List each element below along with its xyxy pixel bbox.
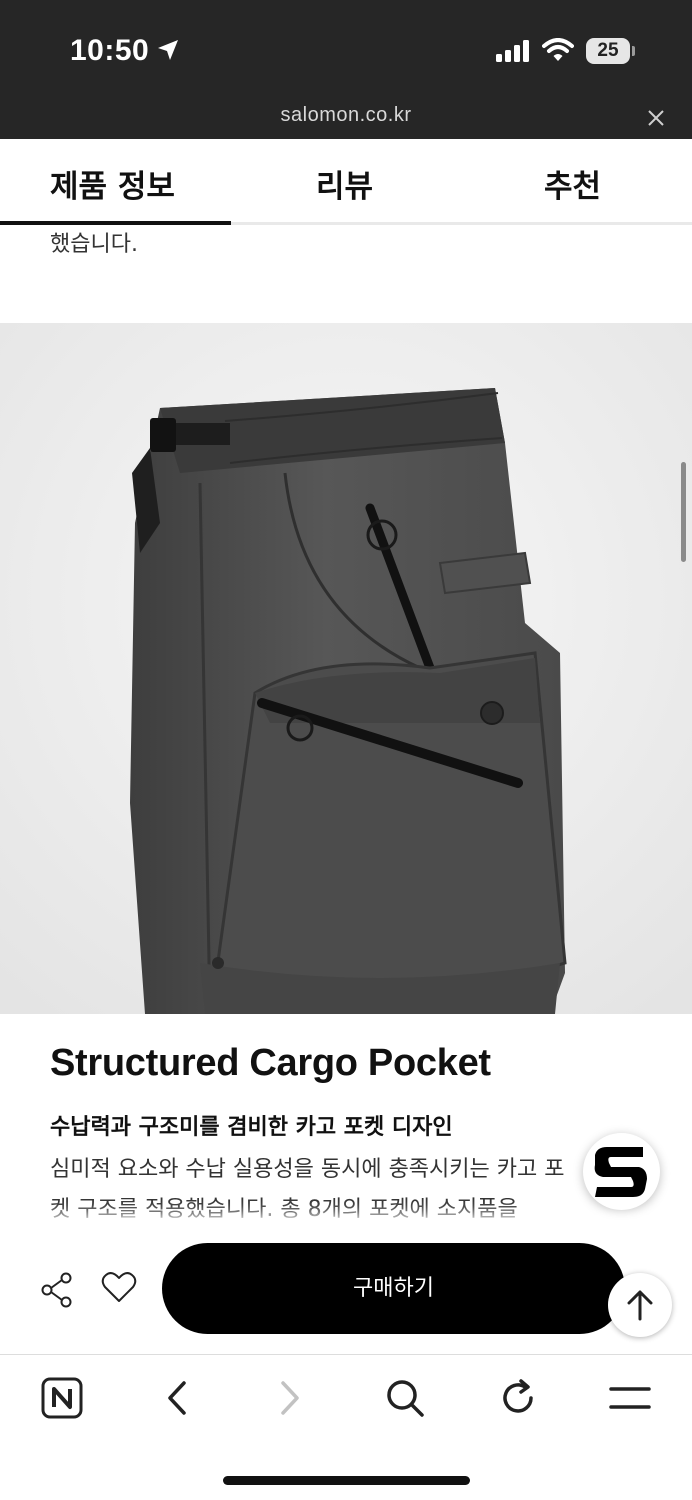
back-icon[interactable] [160,1377,192,1419]
close-icon[interactable] [646,108,666,128]
salomon-logo-button[interactable] [583,1133,660,1210]
active-tab-indicator [0,221,231,225]
scroll-top-button[interactable] [608,1273,672,1337]
product-tabs: 제품 정보 리뷰 추천 [0,139,692,225]
feature-title: Structured Cargo Pocket [50,1042,491,1084]
battery-level: 25 [597,40,619,61]
status-time: 10:50 [70,34,150,67]
battery-tip [632,46,635,56]
previous-section-text: 했습니다. [50,232,138,257]
url-bar[interactable]: salomon.co.kr [0,96,692,139]
salomon-s-icon [594,1147,647,1197]
wifi-icon [542,38,574,61]
scroll-top-icon [627,1290,653,1321]
feature-subtitle: 수납력과 구조미를 겸비한 카고 포켓 디자인 [50,1115,453,1140]
feature-body: 심미적 요소와 수납 실용성을 동시에 충족시키는 카고 포켓 구조를 적용했습… [50,1157,565,1222]
tab-recommendations[interactable]: 추천 [544,161,601,206]
buy-button[interactable]: 구매하기 [162,1243,625,1334]
status-bar: 10:50 25 [0,0,692,96]
product-image [0,323,692,1014]
signal-icon [496,40,529,62]
location-arrow-icon [158,40,178,60]
url-text[interactable]: salomon.co.kr [0,104,692,127]
naver-n-icon[interactable] [41,1377,83,1419]
battery-icon: 25 [586,38,630,64]
search-icon[interactable] [384,1377,426,1419]
share-icon[interactable] [40,1272,74,1308]
menu-icon[interactable] [608,1377,652,1419]
refresh-icon[interactable] [497,1377,539,1419]
heart-icon[interactable] [101,1270,137,1304]
tab-product-info[interactable]: 제품 정보 [50,161,175,206]
forward-icon[interactable] [274,1377,306,1419]
page-scroll-indicator [681,462,686,562]
home-indicator[interactable] [223,1476,470,1485]
tab-reviews[interactable]: 리뷰 [316,161,373,206]
